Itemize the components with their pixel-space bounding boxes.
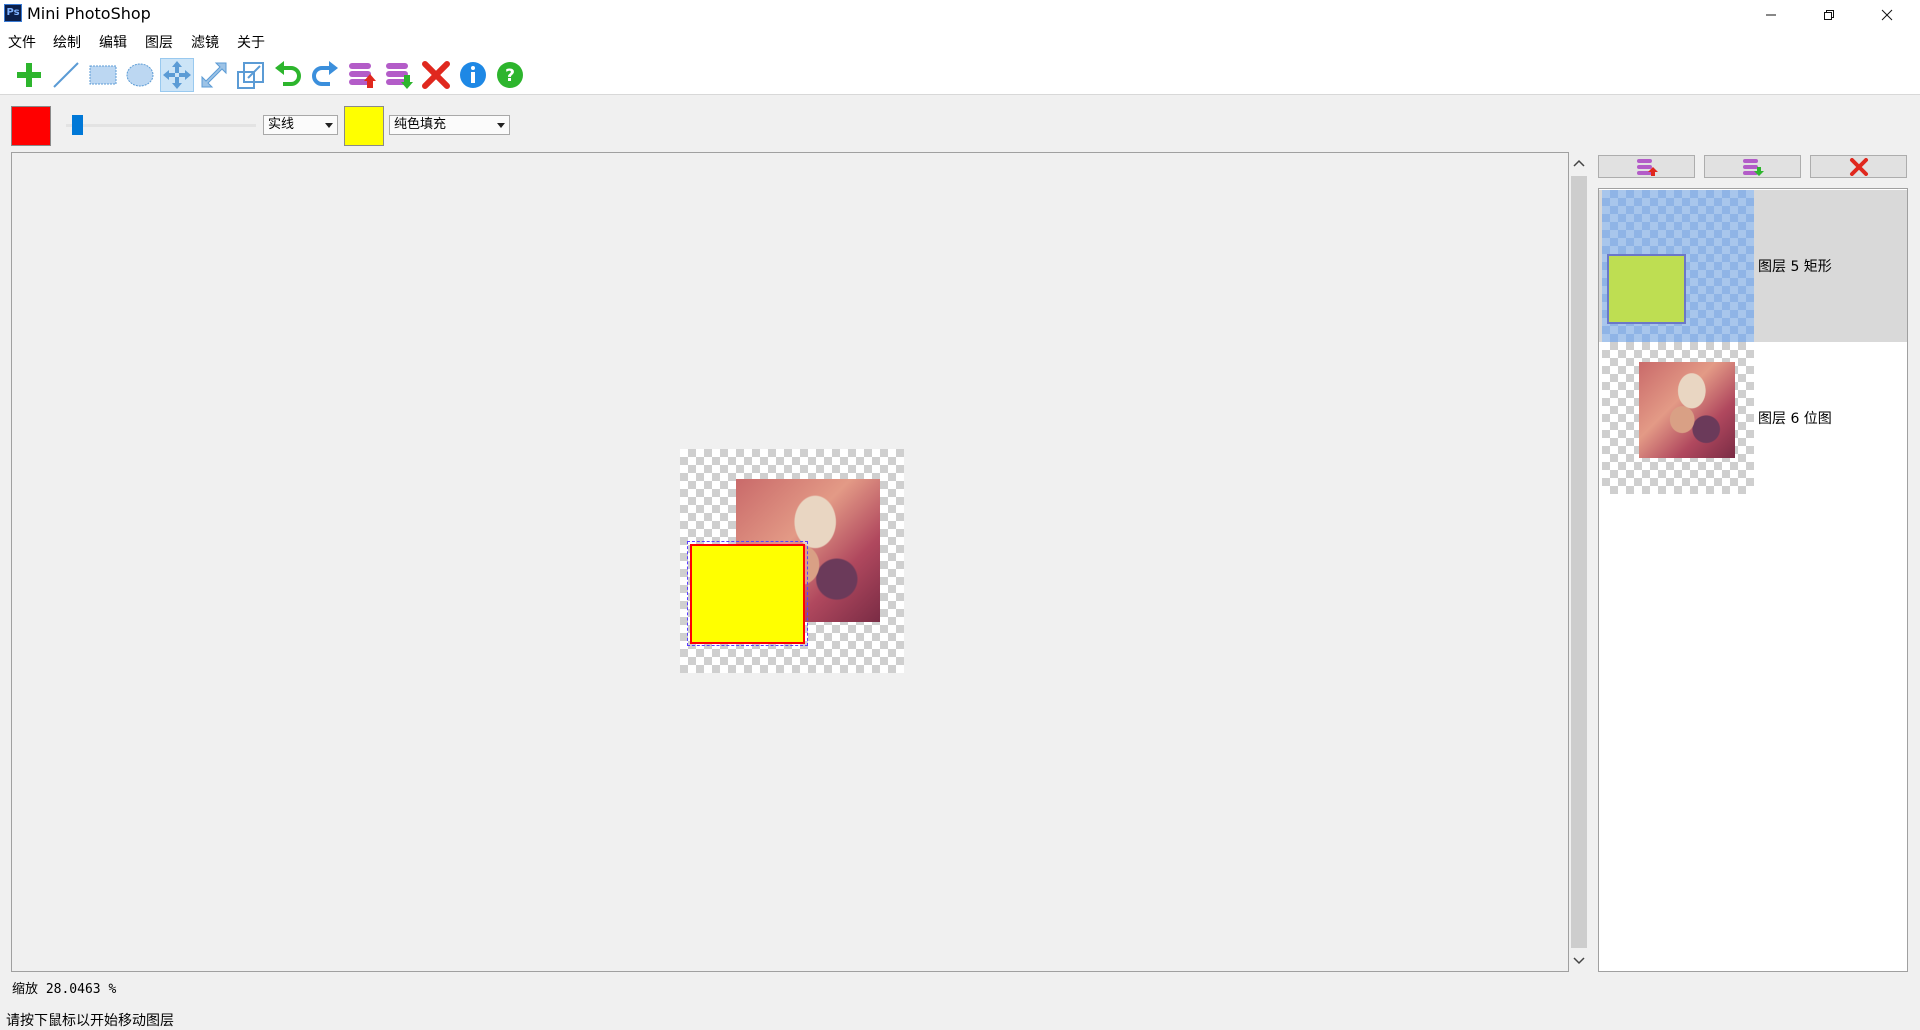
rectangle-thumbnail-shape (1607, 254, 1686, 324)
scale-tool-button[interactable] (234, 58, 268, 92)
canvas-vertical-scrollbar[interactable] (1569, 152, 1589, 972)
chevron-down-icon (497, 123, 505, 128)
menu-draw[interactable]: 绘制 (53, 32, 81, 52)
bitmap-thumbnail-image (1639, 362, 1735, 458)
window-title: Mini PhotoShop (27, 4, 151, 23)
delete-icon (1849, 157, 1868, 176)
menu-filter[interactable]: 滤镜 (191, 32, 219, 52)
undo-icon (275, 61, 301, 86)
help-button[interactable]: ? (493, 58, 527, 92)
ellipse-tool-button[interactable] (123, 58, 157, 92)
scroll-down-icon[interactable] (1573, 956, 1585, 966)
scroll-up-icon[interactable] (1573, 158, 1585, 168)
layer-thumbnail (1602, 342, 1754, 494)
add-icon (17, 63, 41, 87)
menu-file[interactable]: 文件 (8, 32, 36, 52)
stroke-color-swatch[interactable] (11, 106, 51, 146)
fill-style-value: 纯色填充 (394, 117, 447, 132)
app-logo-icon: Ps (4, 4, 22, 22)
fill-color-swatch[interactable] (344, 106, 384, 146)
brush-size-slider-thumb[interactable] (71, 115, 83, 135)
panel-delete-layer-button[interactable] (1810, 155, 1907, 178)
layer-item-bitmap[interactable]: 图层 6 位图 (1599, 342, 1907, 494)
layer-label: 图层 6 位图 (1758, 411, 1832, 427)
delete-icon (422, 61, 450, 89)
ellipse-tool-icon (126, 63, 154, 87)
line-style-select[interactable]: 实线 (263, 115, 338, 135)
move-tool-icon (163, 61, 191, 89)
restore-icon (1824, 9, 1834, 20)
panel-layer-down-button[interactable] (1704, 155, 1801, 178)
fill-style-select[interactable]: 纯色填充 (389, 115, 510, 135)
layers-list: 图层 5 矩形 图层 6 位图 (1598, 188, 1908, 972)
rectangle-layer-shape[interactable] (690, 544, 805, 644)
title-bar: Ps Mini PhotoShop (0, 0, 1920, 29)
help-icon: ? (497, 62, 523, 88)
rectangle-tool-icon (89, 65, 117, 85)
restore-button[interactable] (1800, 0, 1858, 29)
line-style-value: 实线 (268, 117, 295, 132)
undo-button[interactable] (271, 58, 305, 92)
rotate-tool-button[interactable] (197, 58, 231, 92)
layer-up-button[interactable] (345, 58, 379, 92)
info-button[interactable] (456, 58, 490, 92)
rectangle-tool-button[interactable] (86, 58, 120, 92)
svg-text:?: ? (505, 66, 515, 86)
redo-icon (312, 61, 338, 86)
close-icon (1881, 9, 1893, 20)
line-tool-button[interactable] (49, 58, 83, 92)
layer-thumbnail (1602, 190, 1754, 342)
layer-up-icon (1636, 158, 1658, 176)
scrollbar-thumb[interactable] (1571, 176, 1587, 948)
document-canvas[interactable] (680, 449, 904, 673)
line-tool-icon (53, 62, 79, 88)
brush-size-slider-track[interactable] (66, 124, 256, 127)
scale-tool-icon (237, 62, 264, 89)
zoom-readout: 缩放 28.0463 % (12, 982, 117, 997)
menu-edit[interactable]: 编辑 (99, 32, 127, 52)
minimize-icon (1766, 14, 1776, 15)
panel-layer-up-button[interactable] (1598, 155, 1695, 178)
info-icon (460, 62, 486, 88)
chevron-down-icon (325, 123, 333, 128)
layer-item-rectangle[interactable]: 图层 5 矩形 (1599, 190, 1907, 342)
layer-down-button[interactable] (382, 58, 416, 92)
close-button[interactable] (1858, 0, 1916, 29)
menu-layer[interactable]: 图层 (145, 32, 173, 52)
menu-about[interactable]: 关于 (237, 32, 265, 52)
canvas-area[interactable] (11, 152, 1569, 972)
minimize-button[interactable] (1742, 0, 1800, 29)
delete-button[interactable] (419, 58, 453, 92)
menu-bar: 文件 绘制 编辑 图层 滤镜 关于 (0, 29, 1920, 54)
layer-down-icon (1742, 158, 1764, 176)
status-message: 请按下鼠标以开始移动图层 (6, 1013, 174, 1029)
layer-up-icon (349, 63, 376, 88)
redo-button[interactable] (308, 58, 342, 92)
toolbar: ? (0, 54, 1920, 95)
move-tool-button[interactable] (160, 58, 194, 92)
layer-down-icon (386, 63, 413, 89)
layer-label: 图层 5 矩形 (1758, 259, 1832, 275)
rotate-tool-icon (201, 62, 227, 88)
add-button[interactable] (12, 58, 46, 92)
